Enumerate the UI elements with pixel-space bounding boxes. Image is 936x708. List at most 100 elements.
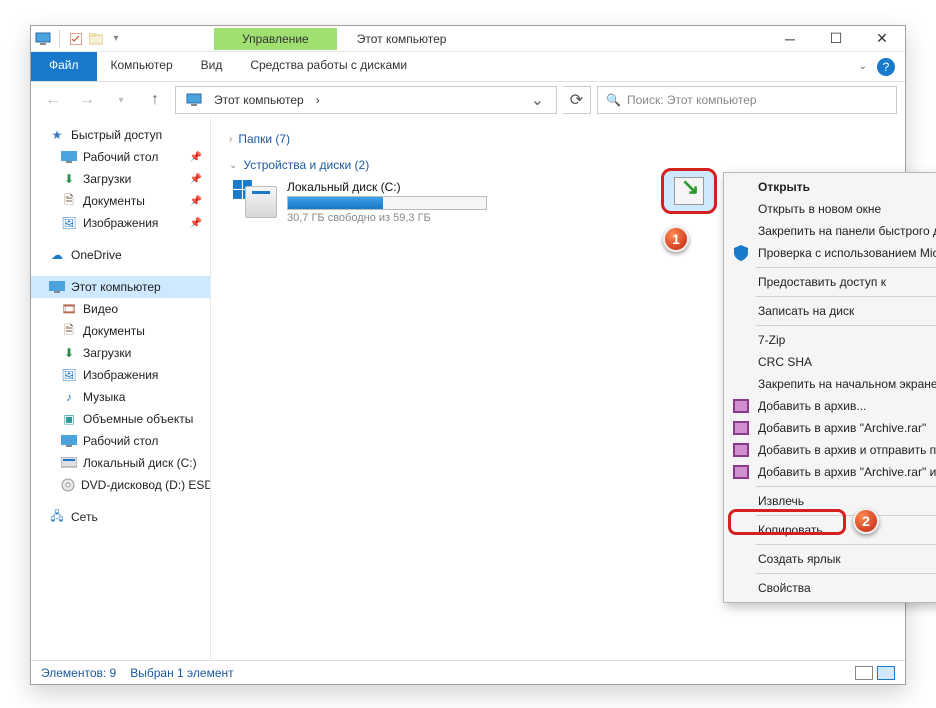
- system-icon[interactable]: [35, 31, 51, 47]
- back-button[interactable]: ←: [39, 86, 67, 114]
- forward-button[interactable]: →: [73, 86, 101, 114]
- view-switcher: [855, 666, 895, 680]
- new-folder-icon[interactable]: [88, 31, 104, 47]
- computer-tab[interactable]: Компьютер: [97, 52, 187, 81]
- details-view-button[interactable]: [855, 666, 873, 680]
- drive-tools-tab[interactable]: Средства работы с дисками: [236, 52, 421, 81]
- context-menu: Открыть Открыть в новом окне Закрепить н…: [723, 172, 936, 603]
- ctx-add-archive-rar[interactable]: Добавить в архив "Archive.rar": [726, 417, 936, 439]
- pin-icon: 📌: [190, 174, 202, 185]
- up-button[interactable]: ↑: [141, 86, 169, 114]
- ctx-add-email[interactable]: Добавить в архив и отправить по e-mail..…: [726, 439, 936, 461]
- sidebar-dvd[interactable]: DVD-дисковод (D:) ESD-: [31, 474, 210, 496]
- sidebar-item-label: Документы: [83, 324, 145, 338]
- breadcrumb-chevron-icon[interactable]: ›: [310, 93, 326, 107]
- ctx-separator: [756, 267, 936, 268]
- qat-dropdown-icon[interactable]: ▾: [108, 31, 124, 47]
- ctx-label: Закрепить на начальном экране: [758, 377, 936, 391]
- status-selection: Выбран 1 элемент: [130, 666, 233, 680]
- breadcrumb-thispc[interactable]: Этот компьютер: [208, 93, 310, 107]
- ctx-copy[interactable]: Копировать: [726, 519, 936, 541]
- winrar-icon: [732, 463, 750, 481]
- ctx-burn-disc[interactable]: Записать на диск: [726, 300, 936, 322]
- sidebar-downloads2[interactable]: ⬇ Загрузки: [31, 342, 210, 364]
- sidebar-item-label: Локальный диск (C:): [83, 456, 197, 470]
- help-icon[interactable]: ?: [877, 58, 895, 76]
- downloads-icon: ⬇: [61, 171, 77, 187]
- folders-group-header[interactable]: › Папки (7): [217, 128, 899, 154]
- group-label: Папки (7): [238, 132, 290, 146]
- ctx-label: Добавить в архив "Archive.rar" и отправи…: [758, 465, 936, 479]
- view-tab[interactable]: Вид: [187, 52, 237, 81]
- address-dropdown-icon[interactable]: ⌄: [523, 90, 552, 110]
- sidebar-item-label: Загрузки: [83, 346, 131, 360]
- ribbon-collapse-icon[interactable]: ⌄: [859, 61, 867, 72]
- minimize-button[interactable]: ─: [767, 26, 813, 52]
- chevron-right-icon: ›: [229, 134, 232, 145]
- window-title: Этот компьютер: [357, 32, 447, 46]
- ctx-share-access[interactable]: Предоставить доступ к▶: [726, 271, 936, 293]
- tiles-view-button[interactable]: [877, 666, 895, 680]
- ctx-label: Добавить в архив "Archive.rar": [758, 421, 926, 435]
- ctx-create-shortcut[interactable]: Создать ярлык: [726, 548, 936, 570]
- sidebar-music[interactable]: ♪Музыка: [31, 386, 210, 408]
- sidebar-item-label: Документы: [83, 194, 145, 208]
- ctx-extract[interactable]: Извлечь: [726, 490, 936, 512]
- drive-free-space: 30,7 ГБ свободно из 59,3 ГБ: [287, 212, 487, 224]
- ctx-defender-scan[interactable]: Проверка с использованием Microsoft Defe…: [726, 242, 936, 264]
- ctx-label: CRC SHA: [758, 355, 812, 369]
- sidebar-3dobjects[interactable]: ▣Объемные объекты: [31, 408, 210, 430]
- ctx-separator: [756, 486, 936, 487]
- address-bar[interactable]: Этот компьютер › ⌄: [175, 86, 557, 114]
- ctx-label: Открыть: [758, 180, 810, 194]
- dvd-icon: [61, 477, 75, 493]
- sidebar-item-label: DVD-дисковод (D:) ESD-: [81, 478, 211, 492]
- close-button[interactable]: ✕: [859, 26, 905, 52]
- refresh-button[interactable]: ⟳: [563, 86, 591, 114]
- sidebar-desktop[interactable]: Рабочий стол📌: [31, 146, 210, 168]
- ctx-pin-start[interactable]: Закрепить на начальном экране: [726, 373, 936, 395]
- sidebar-item-label: Изображения: [83, 368, 158, 382]
- sidebar-pictures2[interactable]: 🖼Изображения: [31, 364, 210, 386]
- sidebar-video[interactable]: 🎞Видео: [31, 298, 210, 320]
- ctx-7zip[interactable]: 7-Zip▶: [726, 329, 936, 351]
- sidebar-this-pc[interactable]: Этот компьютер: [31, 276, 210, 298]
- sidebar-item-label: Изображения: [83, 216, 158, 230]
- network-icon: 🖧: [49, 509, 65, 525]
- drive-info: Локальный диск (C:) 30,7 ГБ свободно из …: [287, 180, 487, 224]
- qat-divider: [59, 30, 60, 48]
- ctx-add-archive[interactable]: Добавить в архив...: [726, 395, 936, 417]
- ctx-open-new-window[interactable]: Открыть в новом окне: [726, 198, 936, 220]
- maximize-button[interactable]: ☐: [813, 26, 859, 52]
- sidebar-desktop2[interactable]: Рабочий стол: [31, 430, 210, 452]
- documents-icon: 🗎: [61, 323, 77, 339]
- computer-icon: [49, 279, 65, 295]
- ctx-label: Извлечь: [758, 494, 804, 508]
- quick-access-toolbar: ▾: [31, 30, 124, 48]
- file-tab[interactable]: Файл: [31, 52, 97, 81]
- search-input[interactable]: 🔍 Поиск: Этот компьютер: [597, 86, 897, 114]
- downloads-icon: ⬇: [61, 345, 77, 361]
- ctx-properties[interactable]: Свойства: [726, 577, 936, 599]
- sidebar-network[interactable]: 🖧Сеть: [31, 506, 210, 528]
- contextual-tab-header: Управление: [214, 28, 337, 50]
- sidebar-documents2[interactable]: 🗎 Документы: [31, 320, 210, 342]
- sidebar-localdisk[interactable]: Локальный диск (C:): [31, 452, 210, 474]
- ctx-add-rar-email[interactable]: Добавить в архив "Archive.rar" и отправи…: [726, 461, 936, 483]
- sidebar-documents[interactable]: 🗎Документы📌: [31, 190, 210, 212]
- dvd-drive-selected[interactable]: ↘: [661, 168, 717, 214]
- properties-icon[interactable]: [68, 31, 84, 47]
- annotation-marker-1: 1: [663, 226, 689, 252]
- shield-icon: [732, 244, 750, 262]
- sidebar-pictures[interactable]: 🖼Изображения📌: [31, 212, 210, 234]
- recent-locations-icon[interactable]: ▾: [107, 86, 135, 114]
- sidebar-quick-access[interactable]: ★ Быстрый доступ: [31, 124, 210, 146]
- sidebar-downloads[interactable]: ⬇Загрузки📌: [31, 168, 210, 190]
- ctx-crc-sha[interactable]: CRC SHA▶: [726, 351, 936, 373]
- drive-capacity-bar: [287, 196, 487, 210]
- titlebar: ▾ Управление Этот компьютер ─ ☐ ✕: [31, 26, 905, 52]
- ctx-pin-quick-access[interactable]: Закрепить на панели быстрого доступа: [726, 220, 936, 242]
- winrar-icon: [732, 419, 750, 437]
- ctx-open[interactable]: Открыть: [726, 176, 936, 198]
- sidebar-onedrive[interactable]: ☁OneDrive: [31, 244, 210, 266]
